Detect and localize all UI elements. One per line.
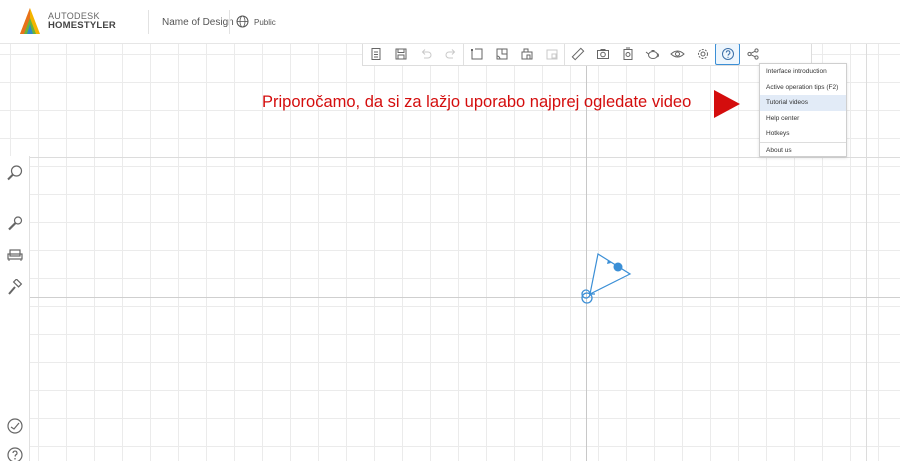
draw-room-icon <box>470 48 482 60</box>
grid-line <box>866 44 867 461</box>
furniture-button[interactable] <box>4 244 26 266</box>
settings-button[interactable] <box>690 43 715 65</box>
undo-button[interactable] <box>413 43 438 65</box>
view-eye-icon <box>670 50 685 58</box>
door-window-button[interactable] <box>489 43 514 65</box>
menu-item-active-operation-tips[interactable]: Active operation tips (F2) <box>760 80 846 96</box>
app-header: AUTODESK HOMESTYLER Name of Design Publi… <box>0 0 900 44</box>
search-icon <box>7 165 23 181</box>
help-icon <box>721 48 734 60</box>
left-sidebar <box>0 156 30 461</box>
undo-icon <box>421 49 431 59</box>
homestyler-logo[interactable]: AUTODESK HOMESTYLER <box>18 8 128 36</box>
brush-icon <box>8 216 23 231</box>
design-name[interactable]: Name of Design <box>162 17 234 28</box>
menu-item-interface-introduction[interactable]: Interface introduction <box>760 64 846 80</box>
measure-icon <box>571 47 584 61</box>
menu-item-tutorial-videos[interactable]: Tutorial videos <box>760 95 846 111</box>
snapshot-button[interactable] <box>590 43 615 65</box>
teapot-button[interactable] <box>640 43 665 65</box>
globe-icon[interactable] <box>236 15 249 28</box>
redo-icon <box>445 49 455 59</box>
redo-button[interactable] <box>438 43 463 65</box>
compass-icon <box>7 418 23 434</box>
wall-icon <box>546 49 557 60</box>
share-button[interactable] <box>740 43 765 65</box>
help-button[interactable] <box>715 43 740 65</box>
view-eye-button[interactable] <box>665 43 690 65</box>
settings-icon <box>697 49 708 59</box>
save-button[interactable] <box>388 43 413 65</box>
new-file-button[interactable] <box>363 43 388 65</box>
header-divider <box>229 10 230 34</box>
arrow-right-icon <box>714 90 740 118</box>
sofa-icon <box>7 249 23 261</box>
main-toolbar <box>362 42 812 66</box>
paint-roller-icon <box>8 279 23 295</box>
visibility-label[interactable]: Public <box>254 18 276 27</box>
search-button[interactable] <box>4 162 26 184</box>
paint-button[interactable] <box>4 277 26 299</box>
share-icon <box>746 48 759 60</box>
menu-item-about-us[interactable]: About us <box>760 141 846 158</box>
logo-line2: HOMESTYLER <box>48 20 116 31</box>
teapot-icon <box>645 50 659 59</box>
menu-item-hotkeys[interactable]: Hotkeys <box>760 126 846 142</box>
render-button[interactable] <box>615 43 640 65</box>
brush-button[interactable] <box>4 213 26 235</box>
wall-button[interactable] <box>539 43 564 65</box>
door-window-icon <box>496 48 507 60</box>
menu-item-help-center[interactable]: Help center <box>760 111 846 127</box>
canvas-axis-horizontal <box>30 297 900 298</box>
tutorial-annotation: Priporočamo, da si za lažjo uporabo najp… <box>262 93 692 111</box>
save-icon <box>395 48 406 60</box>
new-file-icon <box>371 48 380 60</box>
sidebar-help-button[interactable] <box>4 444 26 461</box>
help-icon <box>7 447 23 461</box>
logo-mark-icon <box>20 8 40 34</box>
snapshot-icon <box>596 49 609 59</box>
header-divider <box>148 10 149 34</box>
render-icon <box>623 47 632 60</box>
compass-button[interactable] <box>4 415 26 437</box>
draw-room-button[interactable] <box>464 43 489 65</box>
help-dropdown-menu: Interface introduction Active operation … <box>759 63 847 157</box>
measure-button[interactable] <box>565 43 590 65</box>
structure-icon <box>521 48 532 60</box>
structure-button[interactable] <box>514 43 539 65</box>
camera-marker-icon[interactable] <box>574 250 634 310</box>
